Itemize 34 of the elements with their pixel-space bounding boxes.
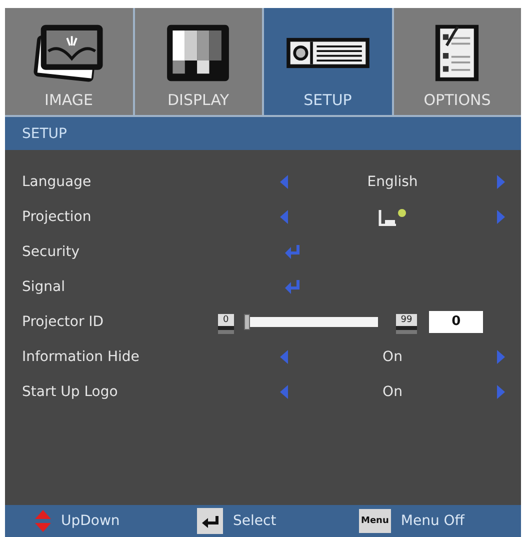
option-value: On (382, 384, 404, 400)
hint-label: Menu Off (400, 513, 464, 529)
up-down-icon (35, 510, 51, 532)
slider-track[interactable] (244, 314, 378, 330)
enter-key-icon (197, 508, 223, 534)
left-arrow-icon[interactable] (280, 350, 288, 364)
right-arrow-icon[interactable] (497, 174, 505, 188)
menu-item[interactable]: Security (22, 244, 218, 260)
left-arrow-icon[interactable] (280, 210, 288, 224)
projection-icon (376, 208, 408, 226)
menu-item[interactable]: Projector ID (22, 314, 218, 330)
right-arrow-icon[interactable] (497, 210, 505, 224)
enter-icon[interactable] (284, 278, 302, 294)
menu-item[interactable]: Projection (22, 208, 218, 224)
hint-label: Select (233, 513, 276, 529)
left-arrow-icon[interactable] (280, 174, 288, 188)
option-value: English (366, 174, 419, 190)
right-arrow-icon[interactable] (497, 384, 505, 398)
menu-item[interactable]: Information Hide (22, 348, 218, 364)
menu-item[interactable]: Signal (22, 278, 218, 294)
projector-icon (284, 37, 371, 69)
left-arrow-icon[interactable] (280, 384, 288, 398)
slider-thumb[interactable] (244, 314, 250, 330)
hint-label: UpDown (61, 513, 120, 529)
right-arrow-icon[interactable] (497, 350, 505, 364)
section-title: SETUP (5, 115, 521, 150)
menu-item[interactable]: Start Up Logo (22, 384, 218, 400)
menu-item[interactable]: Language (22, 174, 218, 190)
enter-icon[interactable] (284, 244, 302, 260)
option-value: On (382, 348, 404, 364)
value-field[interactable]: 0 (429, 310, 484, 332)
test-pattern-icon (165, 23, 232, 83)
menu-key: Menu (359, 509, 391, 533)
menu-tab[interactable]: SETUP (264, 8, 392, 115)
